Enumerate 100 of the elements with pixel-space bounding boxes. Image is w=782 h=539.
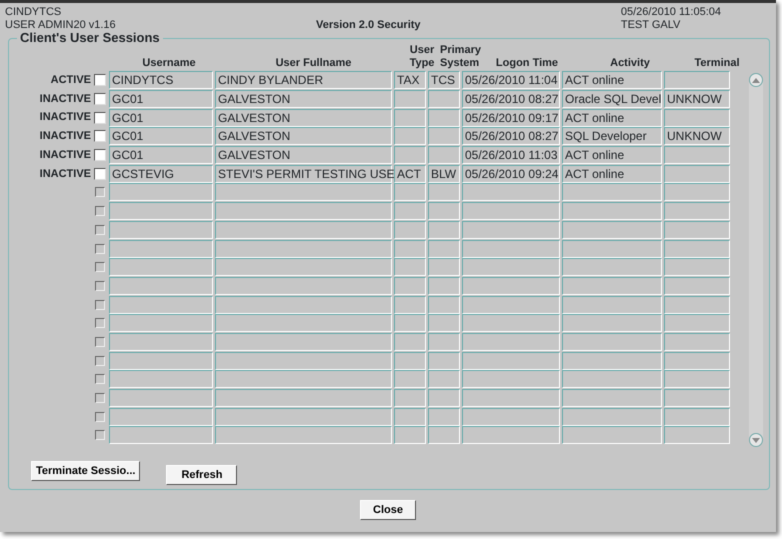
table-cell — [394, 90, 426, 108]
user-role: USER ADMIN20 v1.16 — [5, 19, 116, 32]
table-cell — [664, 71, 730, 90]
table-cell — [428, 90, 460, 108]
panel-title: Client's User Sessions — [17, 30, 163, 45]
table-cell: GALVESTON — [215, 146, 392, 164]
table-cell — [428, 202, 460, 220]
table-cell — [394, 296, 426, 314]
table-cell: GC01 — [109, 108, 213, 127]
table-cell — [394, 370, 426, 388]
scroll-down-button[interactable] — [749, 433, 763, 447]
table-cell — [664, 220, 730, 239]
table-cell: BLW — [428, 164, 460, 183]
table-cell — [394, 352, 426, 370]
table-cell — [394, 408, 426, 426]
up-arrow-icon — [752, 78, 760, 82]
session-status: ACTIVE — [50, 74, 91, 86]
session-status: INACTIVE — [40, 130, 91, 142]
scroll-up-button[interactable] — [749, 73, 763, 87]
table-cell: GC01 — [109, 146, 213, 164]
column-header: Activity — [610, 57, 650, 69]
table-cell — [428, 220, 460, 239]
table-cell — [664, 408, 730, 426]
refresh-button[interactable]: Refresh — [166, 464, 238, 485]
terminate-button[interactable]: Terminate Sessio... — [31, 460, 140, 481]
table-cell — [394, 202, 426, 220]
table-cell — [394, 332, 426, 351]
table-cell — [664, 426, 730, 444]
table-cell: 05/26/2010 11:03 — [462, 146, 560, 164]
table-cell: GALVESTON — [215, 108, 392, 127]
table-cell — [428, 276, 460, 295]
table-cell: ACT online — [562, 164, 662, 183]
table-cell — [394, 108, 426, 127]
table-cell — [394, 146, 426, 164]
table-cell — [664, 108, 730, 127]
table-cell — [428, 426, 460, 444]
session-status: INACTIVE — [40, 92, 91, 105]
table-cell: GC01 — [109, 127, 213, 146]
row-checkbox[interactable] — [94, 130, 106, 142]
table-cell — [394, 389, 426, 408]
row-checkbox[interactable] — [94, 93, 106, 106]
table-cell: CINDY BYLANDER — [215, 71, 392, 90]
table-cell: 05/26/2010 09:17 — [462, 108, 560, 127]
table-cell — [664, 164, 730, 183]
table-cell: 05/26/2010 08:27 — [462, 90, 560, 108]
table-cell — [428, 108, 460, 127]
table-cell — [428, 183, 460, 202]
table-cell — [428, 146, 460, 164]
column-header: User Fullname — [276, 57, 352, 69]
table-cell — [664, 240, 730, 258]
row-checkbox[interactable] — [94, 112, 106, 124]
table-cell — [664, 258, 730, 276]
table-cell — [664, 314, 730, 332]
table-cell: UNKNOW — [664, 127, 730, 146]
environment-name: TEST GALV — [620, 19, 682, 32]
table-cell — [664, 276, 730, 295]
row-checkbox[interactable] — [94, 149, 106, 162]
user-name: CINDYTCS — [5, 6, 62, 19]
table-cell — [664, 370, 730, 388]
table-cell — [428, 352, 460, 370]
table-cell — [664, 146, 730, 164]
column-header: User Type — [410, 44, 434, 69]
table-cell — [428, 296, 460, 314]
row-checkbox[interactable] — [94, 168, 106, 180]
table-cell: GALVESTON — [215, 90, 392, 108]
close-button[interactable]: Close — [360, 500, 416, 520]
column-header: Primary System — [440, 44, 481, 69]
table-cell: GC01 — [109, 90, 213, 108]
table-cell: TAX — [394, 71, 426, 90]
window-title: Version 2.0 Security — [316, 19, 421, 32]
session-status: INACTIVE — [40, 148, 91, 161]
table-cell — [428, 389, 460, 408]
table-cell — [664, 296, 730, 314]
table-cell — [428, 240, 460, 258]
column-header: Terminal — [694, 57, 740, 69]
table-cell — [428, 332, 460, 351]
session-status: INACTIVE — [40, 111, 91, 124]
table-cell — [428, 314, 460, 332]
table-cell: 05/26/2010 08:27 — [462, 127, 560, 146]
table-cell — [664, 183, 730, 202]
table-cell: TCS — [428, 71, 460, 90]
table-cell: GALVESTON — [215, 127, 392, 146]
session-status: INACTIVE — [40, 168, 91, 180]
table-cell — [394, 220, 426, 239]
row-checkbox[interactable] — [94, 74, 106, 86]
table-cell — [394, 276, 426, 295]
down-arrow-icon — [752, 438, 760, 442]
table-cell: 05/26/2010 09:24 — [462, 164, 560, 183]
table-cell: ACT online — [562, 146, 662, 164]
table-cell: 05/26/2010 11:04 — [462, 71, 560, 90]
table-cell: SQL Developer — [562, 127, 662, 146]
scrollbar[interactable] — [749, 73, 763, 447]
column-header: Logon Time — [496, 57, 558, 69]
table-cell — [394, 426, 426, 444]
table-cell — [428, 408, 460, 426]
table-cell: ACT — [394, 164, 426, 183]
table-cell — [394, 240, 426, 258]
table-cell — [394, 127, 426, 146]
table-cell — [664, 389, 730, 408]
table-cell: UNKNOW — [664, 90, 730, 108]
